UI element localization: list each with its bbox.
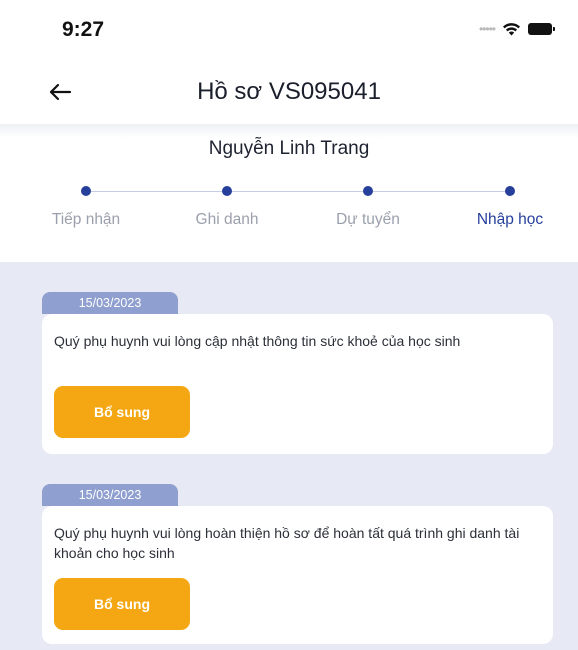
supplement-button[interactable]: Bổ sung bbox=[54, 386, 190, 438]
step-nhap-hoc: Nhập học bbox=[450, 186, 570, 229]
step-ghi-danh: Ghi danh bbox=[167, 186, 287, 229]
step-du-tuyen: Dự tuyển bbox=[308, 186, 428, 229]
status-time: 9:27 bbox=[62, 18, 105, 41]
student-name: Nguyễn Linh Trang bbox=[208, 138, 370, 159]
step-label: Ghi danh bbox=[195, 211, 259, 228]
wifi-icon bbox=[503, 23, 520, 36]
step-dot bbox=[222, 186, 232, 196]
battery-icon bbox=[528, 23, 555, 35]
notification-card: Quý phụ huynh vui lòng hoàn thiện hồ sơ … bbox=[42, 506, 553, 644]
step-tiep-nhan: Tiếp nhận bbox=[26, 186, 146, 229]
signal-dots-icon: ••••• bbox=[478, 22, 496, 36]
status-bar: 9:27 ••••• bbox=[0, 0, 578, 62]
step-label: Dự tuyển bbox=[336, 211, 400, 228]
app-header: Hồ sơ VS095041 bbox=[0, 62, 578, 124]
date-tab: 15/03/2023 bbox=[42, 292, 178, 314]
notifications-list: 15/03/2023 Quý phụ huynh vui lòng cập nh… bbox=[0, 262, 578, 650]
supplement-button[interactable]: Bổ sung bbox=[54, 578, 190, 630]
progress-stepper: Tiếp nhận Ghi danh Dự tuyển Nhập học bbox=[0, 186, 578, 236]
step-label: Nhập học bbox=[476, 211, 544, 228]
page-title: Hồ sơ VS095041 bbox=[197, 78, 381, 105]
step-dot bbox=[81, 186, 91, 196]
step-dot bbox=[363, 186, 373, 196]
step-dot bbox=[505, 186, 515, 196]
notification-message: Quý phụ huynh vui lòng cập nhật thông ti… bbox=[54, 333, 461, 349]
stepper-line bbox=[86, 191, 510, 192]
notification-card: Quý phụ huynh vui lòng cập nhật thông ti… bbox=[42, 314, 553, 454]
status-icons: ••••• bbox=[478, 22, 555, 36]
applicant-panel: Nguyễn Linh Trang Tiếp nhận Ghi danh Dự … bbox=[0, 124, 578, 262]
step-label: Tiếp nhận bbox=[51, 211, 121, 228]
date-tab: 15/03/2023 bbox=[42, 484, 178, 506]
notification-message: Quý phụ huynh vui lòng hoàn thiện hồ sơ … bbox=[54, 525, 520, 561]
